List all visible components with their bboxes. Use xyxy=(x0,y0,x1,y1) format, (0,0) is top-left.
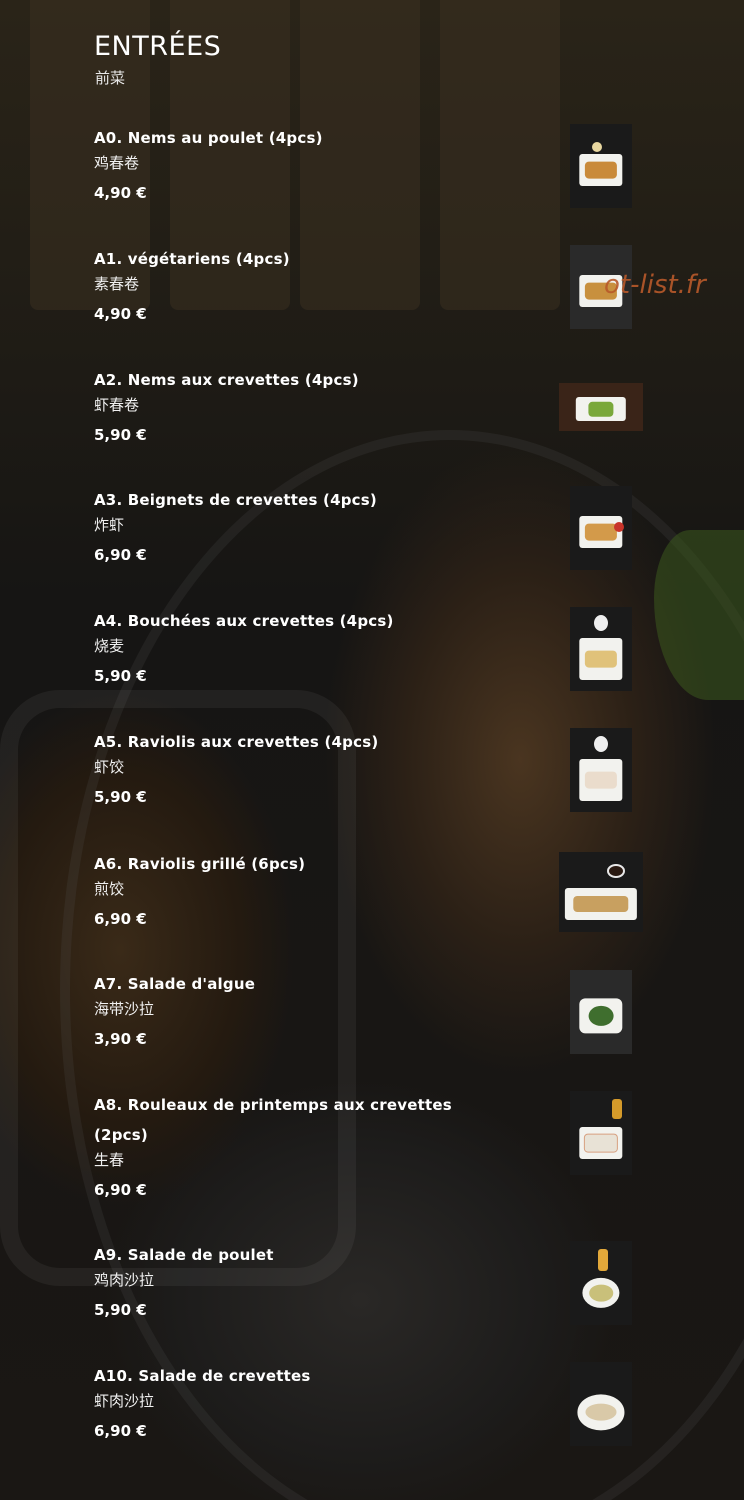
menu-item-name: A1. végétariens (4pcs) xyxy=(94,250,290,268)
menu-item-chinese-name: 素春卷 xyxy=(94,275,140,293)
menu-item-photo[interactable] xyxy=(570,728,632,812)
menu-item[interactable]: A1. végétariens (4pcs) 素春卷 4,90 € xyxy=(94,244,494,329)
menu-item-photo[interactable] xyxy=(570,1241,632,1325)
food-shape xyxy=(588,402,614,417)
menu-item-price: 5,90 € xyxy=(94,426,147,444)
menu-item-price: 4,90 € xyxy=(94,305,147,323)
menu-item[interactable]: A2. Nems aux crevettes (4pcs) 虾春卷 5,90 € xyxy=(94,365,494,450)
menu-item-photo[interactable] xyxy=(570,1362,632,1446)
menu-item-name: A8. Rouleaux de printemps aux crevettes … xyxy=(94,1096,452,1144)
menu-item[interactable]: A6. Raviolis grillé (6pcs) 煎饺 6,90 € xyxy=(94,849,494,934)
menu-item-chinese-name: 鸡肉沙拉 xyxy=(94,1271,155,1289)
menu-item-price: 6,90 € xyxy=(94,546,147,564)
food-shape xyxy=(584,161,618,179)
menu-item-name: A6. Raviolis grillé (6pcs) xyxy=(94,855,306,873)
watermark-text: ot-list.fr xyxy=(604,270,706,300)
menu-item-name: A9. Salade de poulet xyxy=(94,1246,274,1264)
menu-item-price: 5,90 € xyxy=(94,788,147,806)
menu-item-price: 4,90 € xyxy=(94,184,147,202)
sauce-dish-shape xyxy=(607,864,625,878)
menu-item-price: 6,90 € xyxy=(94,910,147,928)
menu-item-chinese-name: 鸡春卷 xyxy=(94,154,140,172)
menu-item-price: 6,90 € xyxy=(94,1181,147,1199)
sauce-dish-shape xyxy=(614,522,624,532)
menu-item-chinese-name: 烧麦 xyxy=(94,637,125,655)
menu-item-price: 5,90 € xyxy=(94,667,147,685)
food-shape xyxy=(588,1006,614,1027)
menu-item[interactable]: A0. Nems au poulet (4pcs) 鸡春卷 4,90 € xyxy=(94,123,494,208)
bottle-shape xyxy=(598,1249,608,1271)
menu-item-photo[interactable] xyxy=(570,1091,632,1175)
menu-item-photo[interactable] xyxy=(559,852,643,932)
menu-item[interactable]: A7. Salade d'algue 海带沙拉 3,90 € xyxy=(94,969,494,1054)
menu-item-price: 5,90 € xyxy=(94,1301,147,1319)
menu-item-chinese-name: 海带沙拉 xyxy=(94,1000,155,1018)
lucky-cat-figurine-shape xyxy=(594,615,608,631)
menu-item[interactable]: A10. Salade de crevettes 虾肉沙拉 6,90 € xyxy=(94,1361,494,1446)
menu-item-chinese-name: 虾饺 xyxy=(94,758,125,776)
decoration-shape xyxy=(612,1099,622,1119)
menu-item-name: A5. Raviolis aux crevettes (4pcs) xyxy=(94,733,379,751)
menu-item-name: A0. Nems au poulet (4pcs) xyxy=(94,129,323,147)
menu-item-name: A10. Salade de crevettes xyxy=(94,1367,311,1385)
food-shape xyxy=(584,650,618,668)
section-subtitle: 前菜 xyxy=(95,69,126,87)
menu-item-photo[interactable] xyxy=(570,124,632,208)
menu-item-name: A3. Beignets de crevettes (4pcs) xyxy=(94,491,377,509)
menu-item[interactable]: A8. Rouleaux de printemps aux crevettes … xyxy=(94,1090,494,1205)
menu-item-name: A4. Bouchées aux crevettes (4pcs) xyxy=(94,612,394,630)
food-shape xyxy=(584,523,618,541)
sauce-dish-shape xyxy=(592,142,602,152)
menu-item-chinese-name: 虾肉沙拉 xyxy=(94,1392,155,1410)
menu-item-name: A7. Salade d'algue xyxy=(94,975,256,993)
menu-item-chinese-name: 煎饺 xyxy=(94,880,125,898)
food-shape xyxy=(573,896,629,912)
menu-item-price: 6,90 € xyxy=(94,1422,147,1440)
food-shape xyxy=(583,1133,619,1153)
menu-item[interactable]: A9. Salade de poulet 鸡肉沙拉 5,90 € xyxy=(94,1240,494,1325)
menu-item-chinese-name: 虾春卷 xyxy=(94,396,140,414)
food-shape xyxy=(584,771,618,789)
menu-item-photo[interactable] xyxy=(570,486,632,570)
menu-item-price: 3,90 € xyxy=(94,1030,147,1048)
menu-item-photo[interactable] xyxy=(570,970,632,1054)
menu-item-name: A2. Nems aux crevettes (4pcs) xyxy=(94,371,359,389)
menu-item[interactable]: A4. Bouchées aux crevettes (4pcs) 烧麦 5,9… xyxy=(94,606,494,691)
menu-item-chinese-name: 炸虾 xyxy=(94,516,125,534)
section-title: ENTRÉES xyxy=(94,31,222,62)
menu-item-photo[interactable] xyxy=(570,607,632,691)
menu-item[interactable]: A5. Raviolis aux crevettes (4pcs) 虾饺 5,9… xyxy=(94,727,494,812)
menu-item-photo[interactable] xyxy=(559,383,643,431)
menu-item[interactable]: A3. Beignets de crevettes (4pcs) 炸虾 6,90… xyxy=(94,485,494,570)
food-shape xyxy=(585,1403,617,1421)
lucky-cat-figurine-shape xyxy=(594,736,608,752)
menu-section: ENTRÉES 前菜 A0. Nems au poulet (4pcs) 鸡春卷… xyxy=(0,0,744,1500)
menu-item-chinese-name: 生春 xyxy=(94,1151,125,1169)
food-shape xyxy=(589,1284,613,1302)
